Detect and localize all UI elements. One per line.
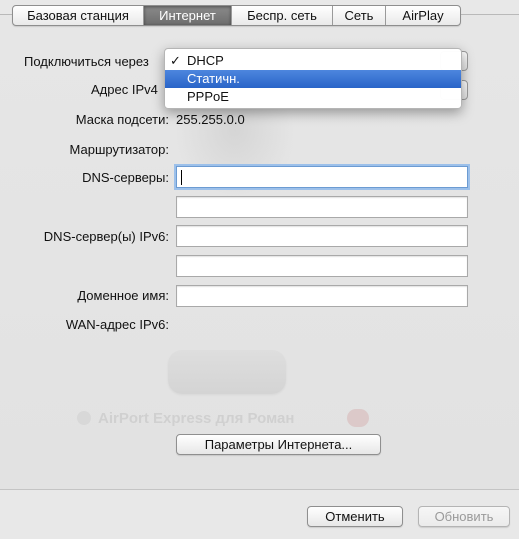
dns-server-1-input[interactable] xyxy=(176,166,468,188)
status-light-icon xyxy=(77,411,91,425)
tab-airplay[interactable]: AirPlay xyxy=(386,6,460,25)
cancel-button[interactable]: Отменить xyxy=(307,506,403,527)
dns-ipv6-1-input[interactable] xyxy=(176,225,468,247)
menu-item-static[interactable]: Статичн. xyxy=(165,70,461,88)
tab-network[interactable]: Сеть xyxy=(333,6,386,25)
airport-device-icon xyxy=(168,350,286,394)
wan-ipv6-label: WAN-адрес IPv6: xyxy=(65,317,169,332)
internet-options-button[interactable]: Параметры Интернета... xyxy=(176,434,381,455)
tab-bar: Базовая станция Интернет Беспр. сеть Сет… xyxy=(12,5,461,26)
ipv4-address-label: Адрес IPv4 xyxy=(91,82,158,97)
menu-item-label: PPPoE xyxy=(187,89,229,104)
router-label: Маршрутизатор: xyxy=(69,142,169,157)
menu-item-label: Статичн. xyxy=(187,71,240,86)
domain-name-label: Доменное имя: xyxy=(77,288,169,303)
update-button[interactable]: Обновить xyxy=(418,506,510,527)
tab-base-station[interactable]: Базовая станция xyxy=(13,6,144,25)
text-caret xyxy=(181,170,182,185)
subnet-mask-label: Маска подсети: xyxy=(75,112,169,127)
checkmark-icon: ✓ xyxy=(170,53,181,68)
menu-item-dhcp[interactable]: ✓ DHCP xyxy=(165,52,461,70)
alert-badge-icon xyxy=(347,409,369,427)
dns-servers-label: DNS-серверы: xyxy=(82,170,169,185)
dns-ipv6-label: DNS-сервер(ы) IPv6: xyxy=(43,229,169,244)
subnet-mask-value: 255.255.0.0 xyxy=(176,112,245,127)
dns-server-2-input[interactable] xyxy=(176,196,468,218)
connect-via-label: Подключиться через xyxy=(24,54,149,69)
tab-internet[interactable]: Интернет xyxy=(144,6,232,25)
menu-item-label: DHCP xyxy=(187,53,224,68)
domain-name-input[interactable] xyxy=(176,285,468,307)
dns-ipv6-2-input[interactable] xyxy=(176,255,468,277)
tab-wireless[interactable]: Беспр. сеть xyxy=(232,6,333,25)
device-name-watermark: AirPort Express для Роман xyxy=(98,410,295,427)
connect-via-menu: ✓ DHCP Статичн. PPPoE xyxy=(164,48,462,109)
menu-item-pppoe[interactable]: PPPoE xyxy=(165,88,461,106)
